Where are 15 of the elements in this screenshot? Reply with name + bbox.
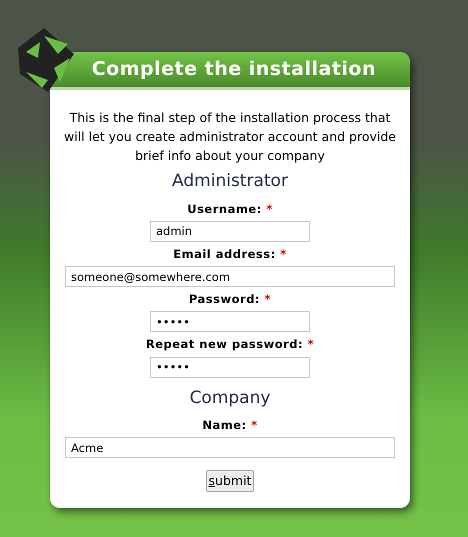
field-label: Username: *: [187, 200, 273, 218]
field-label: Email address: *: [173, 246, 287, 263]
field-label: Repeat new password: *: [146, 336, 314, 354]
text-field[interactable]: •••••: [150, 311, 310, 332]
text-field[interactable]: admin: [150, 220, 310, 242]
section-heading: Administrator: [172, 170, 288, 193]
field-label: Name: *: [202, 417, 258, 434]
text-field[interactable]: Acme: [65, 437, 395, 458]
intro-text: This is the final step of the installation process that will let you create administrator account and provide brief info about your company: [63, 109, 397, 165]
panel-title: Complete the installation: [92, 57, 376, 82]
text-field[interactable]: •••••: [150, 356, 310, 378]
text-field[interactable]: someone@somewhere.com: [65, 266, 395, 287]
submit-button[interactable]: submit: [206, 470, 254, 492]
section-heading: Company: [190, 386, 270, 410]
field-label: Password: *: [188, 291, 272, 308]
